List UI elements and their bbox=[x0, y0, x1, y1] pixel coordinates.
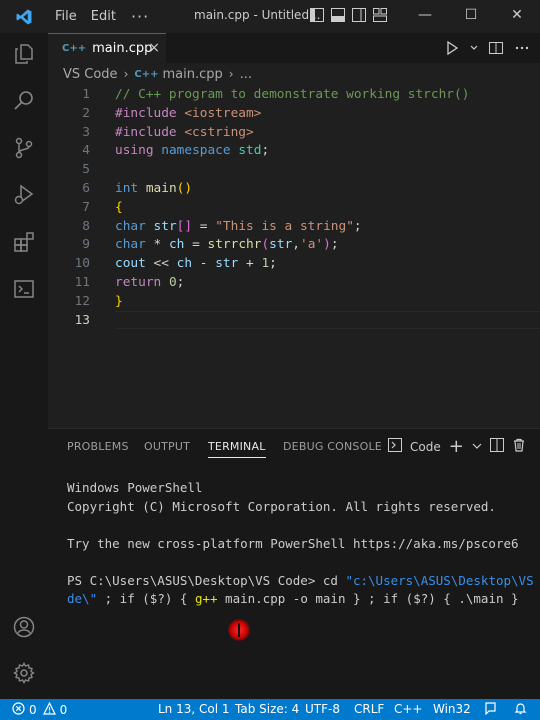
menu-edit[interactable]: Edit bbox=[84, 9, 123, 24]
status-bar: 0 0 Ln 13, Col 1 Tab Size: 4 UTF-8 CRLF … bbox=[0, 699, 540, 720]
error-icon bbox=[12, 702, 25, 718]
breadcrumb-file[interactable]: main.cpp bbox=[162, 67, 222, 82]
run-dropdown-chevron-icon[interactable] bbox=[470, 40, 478, 56]
problems-status[interactable]: 0 0 bbox=[12, 701, 68, 718]
code-line: 13 bbox=[74, 312, 90, 328]
code-line: 5 bbox=[82, 162, 90, 178]
split-editor-icon[interactable] bbox=[488, 40, 504, 56]
line-ending[interactable]: CRLF bbox=[354, 702, 384, 716]
platform[interactable]: Win32 bbox=[433, 702, 471, 716]
feedback-icon[interactable] bbox=[484, 702, 497, 718]
breadcrumb-symbols[interactable]: ... bbox=[240, 67, 252, 82]
close-window-button[interactable]: ✕ bbox=[494, 0, 540, 30]
code-line: 12} bbox=[74, 293, 123, 309]
code-line: 10 cout << ch - str + 1; bbox=[74, 256, 277, 272]
code-line: 4 using namespace std; bbox=[82, 143, 270, 159]
code-line: 1// C++ program to demonstrate working s… bbox=[82, 87, 470, 102]
warning-count: 0 bbox=[59, 703, 68, 717]
code-editor[interactable]: 1// C++ program to demonstrate working s… bbox=[48, 85, 540, 428]
terminal-output[interactable]: Windows PowerShell Copyright (C) Microso… bbox=[67, 479, 537, 609]
explorer-icon[interactable] bbox=[12, 42, 36, 66]
code-line: 8 char str[] = "This is a string"; bbox=[82, 218, 362, 234]
vscode-logo-icon bbox=[0, 0, 48, 33]
new-terminal-icon[interactable]: + bbox=[449, 437, 464, 455]
accounts-icon[interactable] bbox=[12, 615, 36, 639]
chevron-right-icon: › bbox=[228, 67, 234, 81]
encoding[interactable]: UTF-8 bbox=[305, 702, 340, 716]
run-file-icon[interactable] bbox=[444, 40, 460, 56]
customize-layout-icon[interactable] bbox=[373, 7, 387, 23]
editor-tab-bar: C++ main.cpp × bbox=[48, 33, 540, 63]
minimize-button[interactable]: — bbox=[402, 0, 448, 30]
toggle-primary-sidebar-icon[interactable] bbox=[310, 7, 324, 23]
terminal-shell-icon bbox=[388, 438, 402, 455]
warning-icon bbox=[42, 701, 56, 718]
activity-bar bbox=[0, 33, 48, 699]
split-terminal-icon[interactable] bbox=[489, 438, 504, 455]
code-line: 3 #include <cstring> bbox=[82, 124, 254, 140]
tab-main-cpp[interactable]: C++ main.cpp × bbox=[48, 33, 166, 63]
code-line: 11 return 0; bbox=[74, 275, 185, 290]
source-control-icon[interactable] bbox=[12, 136, 36, 160]
more-actions-icon[interactable] bbox=[514, 40, 530, 56]
title-bar: File Edit ··· main.cpp - Untitled... — ☐… bbox=[0, 0, 540, 33]
menu-file[interactable]: File bbox=[48, 9, 84, 24]
tab-problems[interactable]: PROBLEMS bbox=[67, 440, 129, 453]
extensions-icon[interactable] bbox=[12, 230, 36, 254]
error-count: 0 bbox=[29, 703, 37, 717]
cpp-file-icon: C++ bbox=[62, 43, 87, 54]
code-line: 9 char * ch = strrchr(str,'a'); bbox=[82, 237, 339, 253]
window-title: main.cpp - Untitled... bbox=[194, 8, 321, 22]
chevron-right-icon: › bbox=[123, 67, 129, 81]
trash-icon[interactable] bbox=[512, 438, 526, 455]
bell-icon[interactable] bbox=[514, 702, 527, 718]
mouse-cursor-icon bbox=[228, 619, 250, 641]
terminal-panel: PROBLEMS OUTPUT TERMINAL DEBUG CONSOLE C… bbox=[48, 428, 540, 699]
terminal-view-icon[interactable] bbox=[12, 277, 36, 301]
tab-size[interactable]: Tab Size: 4 bbox=[235, 702, 299, 716]
cpp-file-icon: C++ bbox=[134, 68, 159, 80]
language-mode[interactable]: C++ bbox=[394, 702, 423, 716]
menu-more[interactable]: ··· bbox=[123, 7, 157, 26]
cursor-position[interactable]: Ln 13, Col 1 bbox=[158, 702, 230, 716]
breadcrumb: VS Code › C++ main.cpp › ... bbox=[48, 63, 540, 85]
maximize-button[interactable]: ☐ bbox=[448, 0, 494, 30]
terminal-shell-label[interactable]: Code bbox=[410, 440, 441, 454]
breadcrumb-folder[interactable]: VS Code bbox=[63, 67, 118, 82]
toggle-panel-icon[interactable] bbox=[331, 7, 345, 23]
run-debug-icon[interactable] bbox=[12, 183, 36, 207]
gear-icon[interactable] bbox=[12, 661, 36, 685]
tab-debug-console[interactable]: DEBUG CONSOLE bbox=[283, 440, 382, 453]
chevron-down-icon[interactable] bbox=[472, 440, 482, 454]
code-line: 6 int main() bbox=[82, 181, 193, 196]
tab-output[interactable]: OUTPUT bbox=[144, 440, 190, 453]
code-line: 7{ bbox=[82, 199, 123, 215]
toggle-secondary-sidebar-icon[interactable] bbox=[352, 7, 366, 23]
close-tab-icon[interactable]: × bbox=[148, 40, 160, 56]
tab-label: main.cpp bbox=[92, 41, 153, 56]
code-line: 2 #include <iostream> bbox=[82, 105, 262, 121]
search-icon[interactable] bbox=[12, 89, 36, 113]
tab-terminal[interactable]: TERMINAL bbox=[208, 440, 266, 458]
